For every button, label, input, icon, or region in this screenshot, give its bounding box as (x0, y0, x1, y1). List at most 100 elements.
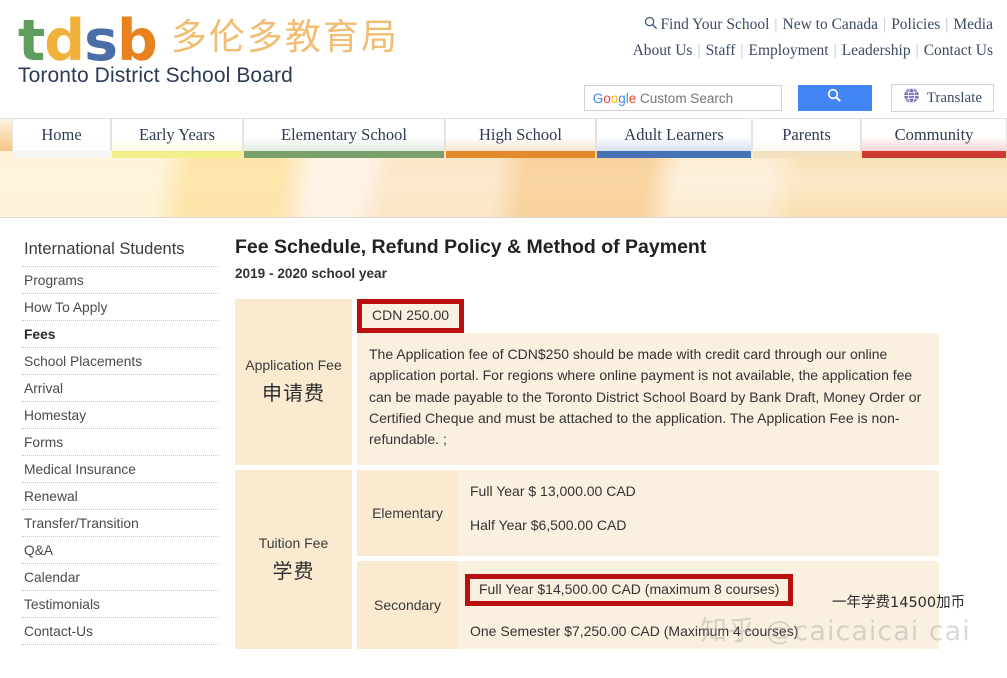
top-link-new-to-canada[interactable]: New to Canada (783, 16, 879, 33)
top-utility-links: Find Your School | New to Canada | Policies |… (633, 12, 993, 63)
sidebar-item-school-placements[interactable]: School Placements (22, 348, 218, 375)
google-letter-g2: g (618, 91, 626, 106)
logo-chinese-text: 多伦多教育局 (170, 17, 399, 58)
application-fee-description: The Application fee of CDN$250 should be… (357, 332, 939, 465)
nav-tab-underline (244, 151, 444, 158)
page-subtitle: 2019 - 2020 school year (235, 266, 387, 281)
nav-tab-early-years[interactable]: Early Years (111, 119, 243, 158)
nav-tab-label: High School (479, 125, 562, 144)
page-content: International Students Programs How To Ap… (0, 218, 1007, 654)
tuition-line: Half Year $6,500.00 CAD (470, 516, 627, 533)
tuition-line: One Semester $7,250.00 CAD (Maximum 4 co… (470, 622, 799, 639)
tuition-fee-label-en: Tuition Fee (258, 534, 329, 551)
nav-tab-label: Community (894, 125, 974, 144)
top-link-staff[interactable]: Staff (706, 42, 736, 59)
translate-button[interactable]: Translate (890, 84, 994, 112)
top-links-row-2: About Us | Staff | Employment | Leadership | Con… (633, 38, 993, 63)
link-separator: | (833, 42, 837, 60)
top-link-about-us[interactable]: About Us (633, 42, 693, 59)
site-header: tdsb 多伦多教育局 Toronto District School Boar… (0, 0, 1007, 118)
tuition-lines-elementary: Full Year $ 13,000.00 CAD Half Year $6,5… (458, 469, 939, 556)
sidebar-title: International Students (22, 236, 218, 267)
top-link-employment[interactable]: Employment (749, 42, 829, 59)
nav-tab-home[interactable]: Home (12, 119, 111, 158)
tuition-line: Full Year $ 13,000.00 CAD (470, 482, 636, 499)
search-button[interactable] (797, 85, 872, 111)
nav-tab-label: Home (41, 125, 82, 144)
link-separator: | (883, 16, 887, 33)
nav-tab-community[interactable]: Community (861, 119, 1007, 158)
link-separator: | (945, 16, 949, 33)
nav-tab-parents[interactable]: Parents (752, 119, 861, 158)
google-letter-o1: o (603, 91, 611, 106)
decorative-banner (0, 151, 1007, 218)
nav-tab-underline (753, 151, 860, 158)
sidebar-item-fees[interactable]: Fees (22, 321, 218, 348)
nav-tab-underline (862, 151, 1006, 158)
page-title: Fee Schedule, Refund Policy & Method of … (235, 236, 707, 258)
google-letter-g1: G (592, 91, 604, 106)
tuition-fee-label-cell: Tuition Fee 学费 (235, 469, 352, 649)
sidebar-item-renewal[interactable]: Renewal (22, 483, 218, 510)
application-fee-label-cell: Application Fee 申请费 (235, 299, 352, 465)
tuition-fee-content: Elementary Full Year $ 13,000.00 CAD Hal… (357, 469, 939, 649)
tuition-fee-label-cn: 学费 (272, 558, 315, 583)
sidebar-item-programs[interactable]: Programs (22, 267, 218, 294)
sidebar-item-calendar[interactable]: Calendar (22, 564, 218, 591)
tuition-level-elementary: Elementary (357, 469, 458, 556)
sidebar-item-transfer-transition[interactable]: Transfer/Transition (22, 510, 218, 537)
magnifier-icon (644, 13, 658, 38)
link-separator: | (740, 42, 744, 60)
sidebar-item-q-a[interactable]: Q&A (22, 537, 218, 564)
link-separator: | (697, 42, 701, 60)
sidebar-item-testimonials[interactable]: Testimonials (22, 591, 218, 618)
sidebar-item-homestay[interactable]: Homestay (22, 402, 218, 429)
tuition-line-highlighted: Full Year $14,500.00 CAD (maximum 8 cour… (465, 573, 794, 606)
application-fee-label-cn: 申请费 (262, 381, 325, 406)
search-placeholder-rest: Custom Search (636, 91, 734, 106)
logo-subtitle: Toronto District School Board (18, 64, 293, 87)
search-icon (827, 88, 842, 108)
top-link-find-your-school[interactable]: Find Your School (660, 16, 769, 33)
site-logo[interactable]: tdsb 多伦多教育局 Toronto District School Boar… (18, 8, 399, 88)
nav-tab-high-school[interactable]: High School (445, 119, 596, 158)
sidebar-nav: International Students Programs How To Ap… (22, 236, 218, 654)
chinese-annotation: 一年学费14500加币 (832, 595, 966, 611)
tuition-level-secondary: Secondary (357, 560, 458, 649)
nav-tab-underline (13, 151, 110, 158)
logo-wordmark: tdsb (18, 12, 158, 69)
nav-tab-underline (446, 151, 595, 158)
application-fee-amount-highlight: CDN 250.00 (357, 299, 465, 333)
nav-tab-label: Adult Learners (624, 125, 724, 144)
application-fee-label-en: Application Fee (245, 357, 342, 374)
table-row-application-fee: Application Fee 申请费 CDN 250.00 The Appli… (235, 299, 939, 465)
nav-tab-adult-learners[interactable]: Adult Learners (596, 119, 752, 158)
nav-tab-label: Early Years (138, 125, 216, 144)
table-row-tuition-fee: Tuition Fee 学费 Elementary Full Year $ 13… (235, 469, 939, 649)
main-navigation: Home Early Years Elementary School High … (0, 118, 1007, 158)
nav-tab-elementary-school[interactable]: Elementary School (243, 119, 445, 158)
nav-tab-underline (597, 151, 751, 158)
top-link-media[interactable]: Media (953, 16, 993, 33)
link-separator: | (915, 42, 919, 60)
search-area: Google Custom Search Translate (583, 84, 994, 112)
nav-tab-label: Elementary School (280, 125, 407, 144)
sidebar-item-arrival[interactable]: Arrival (22, 375, 218, 402)
translate-button-label: Translate (926, 89, 982, 106)
nav-left-edge-decoration (0, 119, 12, 151)
search-input[interactable]: Google Custom Search (583, 85, 782, 111)
application-fee-content: CDN 250.00 The Application fee of CDN$25… (357, 299, 939, 465)
top-links-row-1: Find Your School | New to Canada | Policies |… (633, 12, 993, 38)
top-link-contact-us[interactable]: Contact Us (924, 42, 993, 59)
sidebar-item-contact-us[interactable]: Contact-Us (22, 618, 218, 645)
nav-tab-label: Parents (782, 125, 831, 144)
globe-icon (903, 87, 920, 109)
top-link-policies[interactable]: Policies (891, 16, 940, 33)
page-root: tdsb 多伦多教育局 Toronto District School Boar… (0, 0, 1007, 678)
top-link-leadership[interactable]: Leadership (842, 42, 911, 59)
sidebar-item-how-to-apply[interactable]: How To Apply (22, 294, 218, 321)
sidebar-item-forms[interactable]: Forms (22, 429, 218, 456)
tuition-row-elementary: Elementary Full Year $ 13,000.00 CAD Hal… (357, 469, 939, 556)
nav-tab-underline (112, 151, 242, 158)
sidebar-item-medical-insurance[interactable]: Medical Insurance (22, 456, 218, 483)
